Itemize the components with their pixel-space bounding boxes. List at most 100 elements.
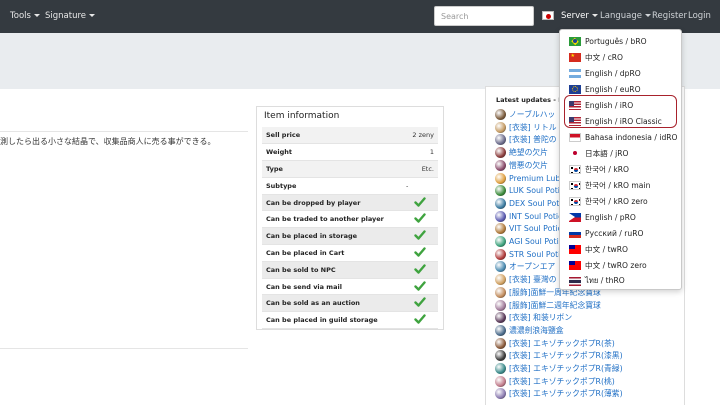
nav-login-link[interactable]: Login	[688, 11, 711, 21]
update-list-item[interactable]: ノーブルハッ	[495, 108, 555, 121]
update-item-link[interactable]: [衣装] リトル	[509, 122, 557, 133]
update-list-item[interactable]: [衣装] 普陀の	[495, 133, 557, 146]
table-row: Can be dropped by player	[262, 194, 438, 212]
update-list-item[interactable]: [衣装] エキゾチックポプR(茶)	[495, 337, 615, 350]
update-item-link[interactable]: [衣装] エキゾチックポプR(青緑)	[509, 363, 623, 374]
check-icon	[414, 297, 426, 308]
item-icon	[495, 185, 506, 197]
server-menu-label: 日本語 / jRO	[585, 148, 629, 158]
item-icon	[495, 236, 506, 247]
server-menu-item[interactable]: Português / bRO	[569, 34, 647, 48]
update-list-item[interactable]: 憎悪の欠片	[495, 159, 548, 172]
update-list-item[interactable]: [衣装] エキゾチックポプR(青緑)	[495, 362, 623, 375]
flag-icon	[569, 180, 581, 190]
flag-icon	[569, 132, 581, 142]
update-list-item[interactable]: DEX Soul Potio	[495, 197, 566, 210]
update-item-link[interactable]: 絶望の欠片	[509, 147, 548, 158]
update-list-item[interactable]: AGI Soul Potio	[495, 235, 564, 248]
nav-signature-menu[interactable]: Signature	[45, 11, 96, 21]
update-item-link[interactable]: DEX Soul Potio	[509, 199, 566, 208]
nav-tools-menu[interactable]: Tools	[10, 11, 40, 21]
chevron-down-icon	[644, 14, 651, 17]
update-list-item[interactable]: [衣装] エキゾチックポプR(桃)	[495, 375, 615, 388]
update-item-link[interactable]: AGI Soul Potio	[509, 237, 564, 246]
update-item-link[interactable]: [服飾]面鮮二週年紀念寶球	[509, 300, 601, 311]
server-menu-label: 中文 / cRO	[585, 52, 624, 62]
update-list-item[interactable]: STR Soul Potio	[495, 248, 565, 261]
update-list-item[interactable]: [衣装] エキゾチックポプR(薄紫)	[495, 387, 623, 400]
nav-language-label: Language	[600, 11, 642, 21]
server-menu-label: English / euRO	[585, 84, 641, 94]
server-menu-item[interactable]: English / euRO	[569, 82, 641, 96]
item-icon	[495, 210, 506, 222]
server-menu-label: 한국어 / kRO	[585, 164, 629, 174]
server-menu-item[interactable]: ไทย / thRO	[569, 274, 625, 288]
nav-server-menu[interactable]: Server	[561, 11, 598, 21]
server-menu-label: Русский / ruRO	[585, 228, 644, 238]
item-icon	[495, 223, 506, 235]
item-icon	[495, 134, 506, 146]
update-item-link[interactable]: LUK Soul Potio	[509, 186, 565, 195]
server-menu-item[interactable]: 한국어 / kRO	[569, 162, 629, 176]
server-menu-item[interactable]: 日本語 / jRO	[569, 146, 629, 160]
update-list-item[interactable]: LUK Soul Potio	[495, 184, 565, 197]
server-menu-label: Português / bRO	[585, 36, 647, 46]
server-menu-item[interactable]: 한국어 / kRO zero	[569, 194, 648, 208]
update-item-link[interactable]: [衣装] エキゾチックポプR(桃)	[509, 376, 615, 387]
flag-icon: ★	[569, 52, 581, 62]
server-menu-item[interactable]: 한국어 / kRO main	[569, 178, 650, 192]
update-item-link[interactable]: [衣装] 和装リボン	[509, 312, 572, 323]
server-dropdown-menu: Português / bRO ★ 中文 / cRO English / dpRO En…	[559, 29, 682, 290]
row-label: Can be placed in storage	[262, 227, 402, 246]
server-menu-item[interactable]: English / pRO	[569, 210, 636, 224]
server-menu-item[interactable]: Bahasa indonesia / idRO	[569, 130, 678, 144]
update-item-link[interactable]: [衣装] エキゾチックポプR(漆黒)	[509, 350, 623, 361]
update-item-link[interactable]: オープンエア	[509, 261, 555, 272]
update-item-link[interactable]: Premium Lubri	[509, 174, 566, 183]
server-menu-label: 한국어 / kRO main	[585, 180, 651, 190]
update-item-link[interactable]: INT Soul Potio	[509, 212, 563, 221]
server-menu-item[interactable]: English / dpRO	[569, 66, 641, 80]
update-list-item[interactable]: [衣装] リトル	[495, 121, 557, 134]
item-info-table: Sell price 2 zeny Weight 1 Type Etc. Sub…	[262, 127, 438, 330]
update-item-link[interactable]: [衣装] 臺灣の	[509, 274, 557, 285]
chevron-down-icon	[591, 14, 598, 17]
server-menu-item[interactable]: ★ 中文 / cRO	[569, 50, 623, 64]
table-row: Sell price 2 zeny	[262, 127, 438, 145]
item-description: 測したら出る小さな結晶で、収集品商人に売る事ができる。	[0, 137, 216, 146]
server-menu-label: 한국어 / kRO zero	[585, 196, 648, 206]
update-list-item[interactable]: INT Soul Potio	[495, 210, 563, 223]
update-list-item[interactable]: オープンエア	[495, 260, 555, 273]
update-item-link[interactable]: STR Soul Potio	[509, 250, 565, 259]
row-label: Sell price	[262, 127, 402, 145]
nav-register-link[interactable]: Register	[652, 11, 687, 21]
update-list-item[interactable]: [衣装] 和装リボン	[495, 311, 572, 324]
nav-language-menu[interactable]: Language	[600, 11, 651, 21]
server-menu-item[interactable]: 中文 / twRO	[569, 242, 628, 256]
update-list-item[interactable]: [衣装] エキゾチックポプR(漆黒)	[495, 349, 623, 362]
server-menu-item[interactable]: 中文 / twRO zero	[569, 258, 647, 272]
update-list-item[interactable]: 濃濃劍浪海鹽盒	[495, 324, 564, 337]
row-label: Can be traded to another player	[262, 210, 402, 229]
update-list-item[interactable]: 絶望の欠片	[495, 146, 548, 159]
update-item-link[interactable]: VIT Soul Potio	[509, 224, 562, 233]
update-item-link[interactable]: 濃濃劍浪海鹽盒	[509, 325, 564, 336]
server-menu-item[interactable]: Русский / ruRO	[569, 226, 643, 240]
server-menu-label: English / dpRO	[585, 68, 641, 78]
update-item-link[interactable]: [衣装] エキゾチックポプR(茶)	[509, 338, 615, 349]
update-item-link[interactable]: [衣装] エキゾチックポプR(薄紫)	[509, 388, 623, 399]
flag-icon	[569, 196, 581, 206]
update-list-item[interactable]: [服飾]面鮮二週年紀念寶球	[495, 299, 601, 312]
update-item-link[interactable]: ノーブルハッ	[509, 109, 555, 120]
row-label: Type	[262, 160, 402, 178]
update-list-item[interactable]: Premium Lubri	[495, 172, 566, 185]
update-item-link[interactable]: [衣装] 普陀の	[509, 134, 557, 145]
update-list-item[interactable]: [衣装] 臺灣の	[495, 273, 557, 286]
update-list-item[interactable]: VIT Soul Potio	[495, 222, 562, 235]
row-label: Can be sold to NPC	[262, 261, 402, 279]
search-input[interactable]	[434, 6, 534, 26]
update-item-link[interactable]: 憎悪の欠片	[509, 160, 548, 171]
item-icon	[495, 375, 506, 387]
check-icon	[414, 314, 426, 324]
item-icon	[495, 121, 506, 133]
